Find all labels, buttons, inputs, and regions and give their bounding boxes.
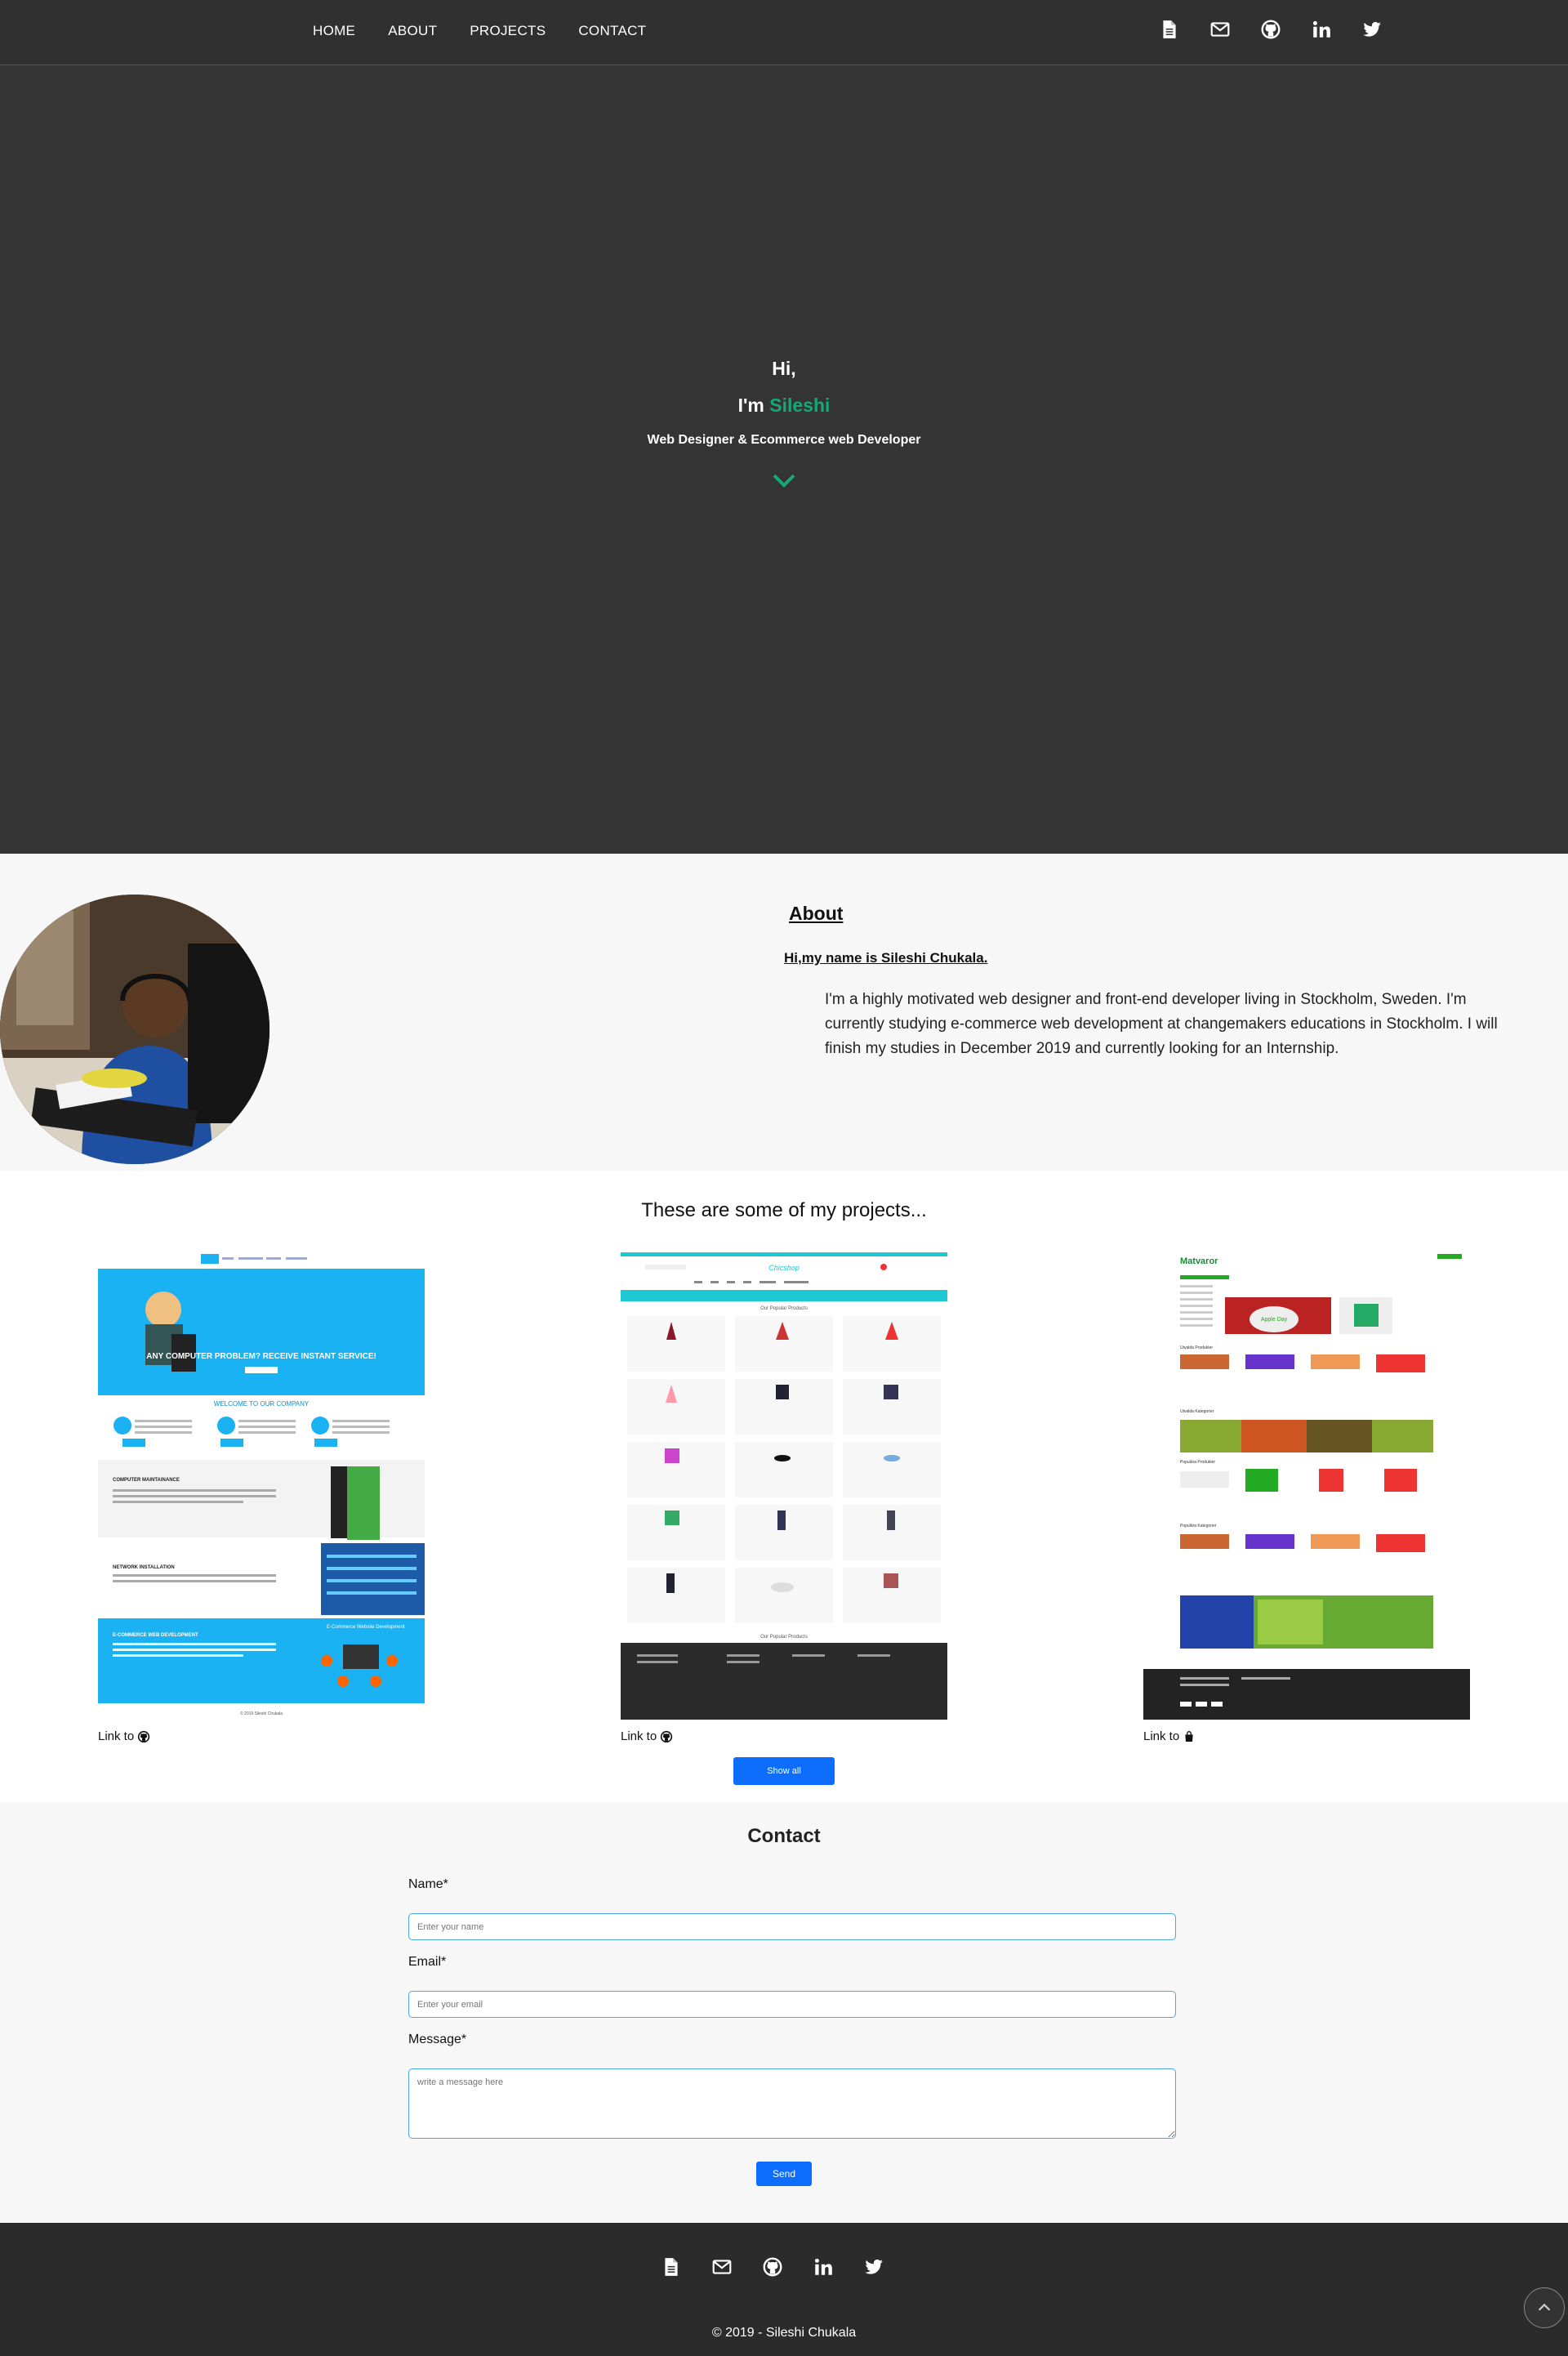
project-screenshot-computer-service[interactable]: ANY COMPUTER PROBLEM? RECEIVE INSTANT SE… [98,1252,425,1720]
contact-title: Contact [747,1825,821,1847]
nav-links: HOME ABOUT PROJECTS CONTACT [313,23,646,39]
project-2-link[interactable]: Link to [621,1729,673,1743]
hero-greeting: Hi, [772,358,796,379]
document-icon[interactable] [660,2256,683,2278]
contact-section: Contact Name* Email* Message* Send [0,1802,1568,2223]
github-icon[interactable] [761,2256,784,2278]
project-3-link[interactable]: Link to [1143,1729,1196,1743]
project-2-brand: Chicshop [768,1264,800,1272]
about-subtitle: Hi,my name is Sileshi Chukala. [784,950,988,966]
message-label: Message* [408,2032,467,2046]
mail-icon[interactable] [710,2256,733,2278]
project-1-banner: ANY COMPUTER PROBLEM? RECEIVE INSTANT SE… [146,1352,376,1361]
project-1-section-2: NETWORK INSTALLATION [113,1565,175,1570]
project-screenshot-chicshop[interactable]: Chicshop Our Popular Products Our Popula… [621,1252,947,1720]
show-all-button[interactable]: Show all [733,1757,835,1785]
top-navbar: HOME ABOUT PROJECTS CONTACT [0,0,1568,65]
project-screenshot-matvaror[interactable]: Matvaror Apple Day Utvalda Produkter Utv… [1143,1252,1470,1720]
project-1-section-1: COMPUTER MAINTAINANCE [113,1478,180,1483]
hero-name-line: I'm Sileshi [0,395,1568,417]
project-1-footer: © 2019 Sileshi Chukala [240,1711,283,1716]
project-2-heading: Our Popular Products [760,1306,808,1311]
mail-icon[interactable] [1209,18,1232,41]
hero-section: Hi, I'm Sileshi Web Designer & Ecommerce… [0,65,1568,854]
hero-im: I'm [737,395,764,416]
nav-contact-link[interactable]: CONTACT [578,23,646,39]
github-icon [661,1730,673,1742]
avatar [0,895,270,1164]
linkedin-icon[interactable] [1310,18,1333,41]
footer-social-icons [660,2256,885,2278]
hero-role: Web Designer & Ecommerce web Developer [647,433,921,447]
project-1-section-3b: E-Commerce Website Development [327,1625,405,1630]
profile-photo [0,895,270,1164]
hero-name: Sileshi [769,395,831,416]
footer: © 2019 - Sileshi Chukala [0,2223,1568,2356]
nav-about-link[interactable]: ABOUT [388,23,437,39]
twitter-icon[interactable] [1361,18,1383,41]
project-3-heading-3: Populära Produkter [1180,1460,1215,1465]
project-3-heading-1: Utvalda Produkter [1180,1345,1213,1350]
project-2-bottom: Our Popular Products [760,1635,808,1640]
chevron-down-icon[interactable] [768,469,800,493]
github-icon[interactable] [1259,18,1282,41]
name-field[interactable] [408,1913,1176,1940]
message-field[interactable] [408,2068,1176,2139]
linkedin-icon[interactable] [812,2256,835,2278]
projects-title: These are some of my projects... [641,1199,927,1221]
project-2-link-text: Link to [621,1729,657,1743]
scroll-to-top-button[interactable] [1524,2287,1565,2328]
about-section: About Hi,my name is Sileshi Chukala. I'm… [0,854,1568,1171]
about-title: About [789,903,844,924]
project-1-section-3: E-COMMERCE WEB DEVELOPMENT [113,1633,198,1638]
project-3-brand: Matvaror [1180,1256,1218,1266]
email-field[interactable] [408,1991,1176,2018]
copyright: © 2019 - Sileshi Chukala [711,2326,857,2340]
email-label: Email* [408,1955,447,1969]
project-1-link-text: Link to [98,1729,135,1743]
about-text: I'm a highly motivated web designer and … [825,991,1498,1057]
twitter-icon[interactable] [862,2256,885,2278]
send-button[interactable]: Send [756,2162,812,2186]
github-icon [138,1730,150,1742]
project-1-welcome: WELCOME TO OUR COMPANY [214,1400,310,1408]
nav-social-icons [1158,18,1383,41]
name-label: Name* [408,1877,448,1891]
nav-home-link[interactable]: HOME [313,23,355,39]
shopping-bag-icon [1185,1730,1193,1742]
project-1-link[interactable]: Link to [98,1729,150,1743]
chevron-up-icon [1538,2303,1551,2311]
project-3-heading-4: Populära Kategorier [1180,1524,1217,1528]
project-3-heading-2: Utvalda Kategorier [1180,1409,1214,1414]
project-3-link-text: Link to [1143,1729,1180,1743]
nav-projects-link[interactable]: PROJECTS [470,23,546,39]
project-3-promo: Apple Day [1261,1317,1288,1323]
document-icon[interactable] [1158,18,1181,41]
